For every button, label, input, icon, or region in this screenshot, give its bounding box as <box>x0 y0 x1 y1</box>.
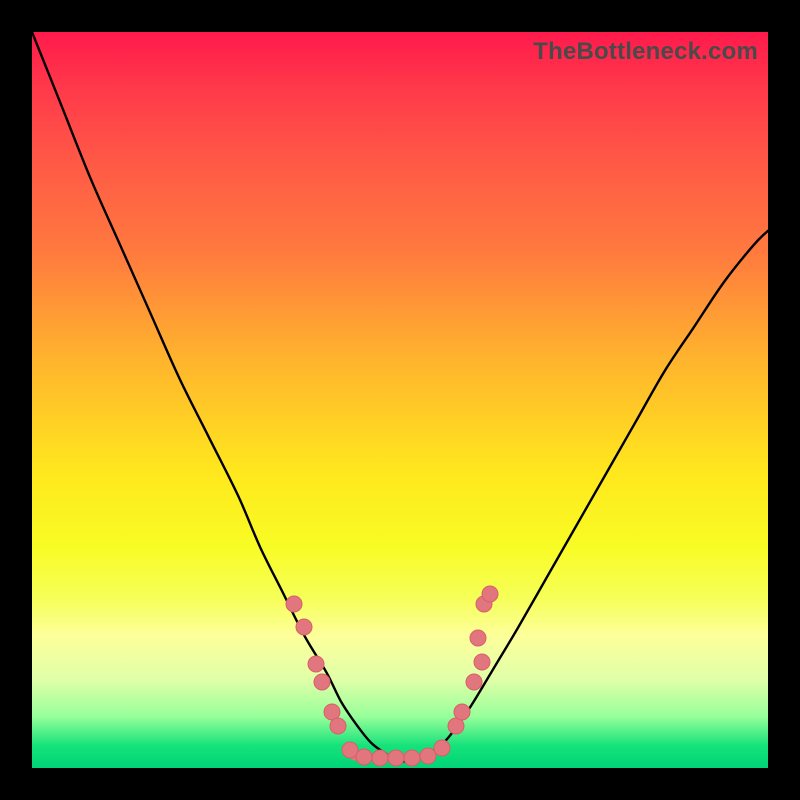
curve-marker-dot <box>482 586 498 602</box>
curve-marker-dot <box>420 748 436 764</box>
curve-marker-dot <box>308 656 324 672</box>
curve-marker-dot <box>388 750 404 766</box>
curve-marker-dot <box>466 674 482 690</box>
curve-marker-dot <box>434 740 450 756</box>
curve-marker-dot <box>454 704 470 720</box>
curve-marker-dot <box>356 749 372 765</box>
curve-marker-dot <box>342 742 358 758</box>
curve-marker-dot <box>296 619 312 635</box>
curve-marker-dot <box>404 750 420 766</box>
curve-marker-dot <box>470 630 486 646</box>
curve-marker-dot <box>372 750 388 766</box>
chart-plot-area: TheBottleneck.com <box>32 32 768 768</box>
frame: TheBottleneck.com <box>0 0 800 800</box>
curve-marker-dot <box>286 596 302 612</box>
curve-marker-dot <box>474 654 490 670</box>
curve-marker-dot <box>330 718 346 734</box>
curve-marker-dot <box>314 674 330 690</box>
bottleneck-curve <box>32 32 768 768</box>
